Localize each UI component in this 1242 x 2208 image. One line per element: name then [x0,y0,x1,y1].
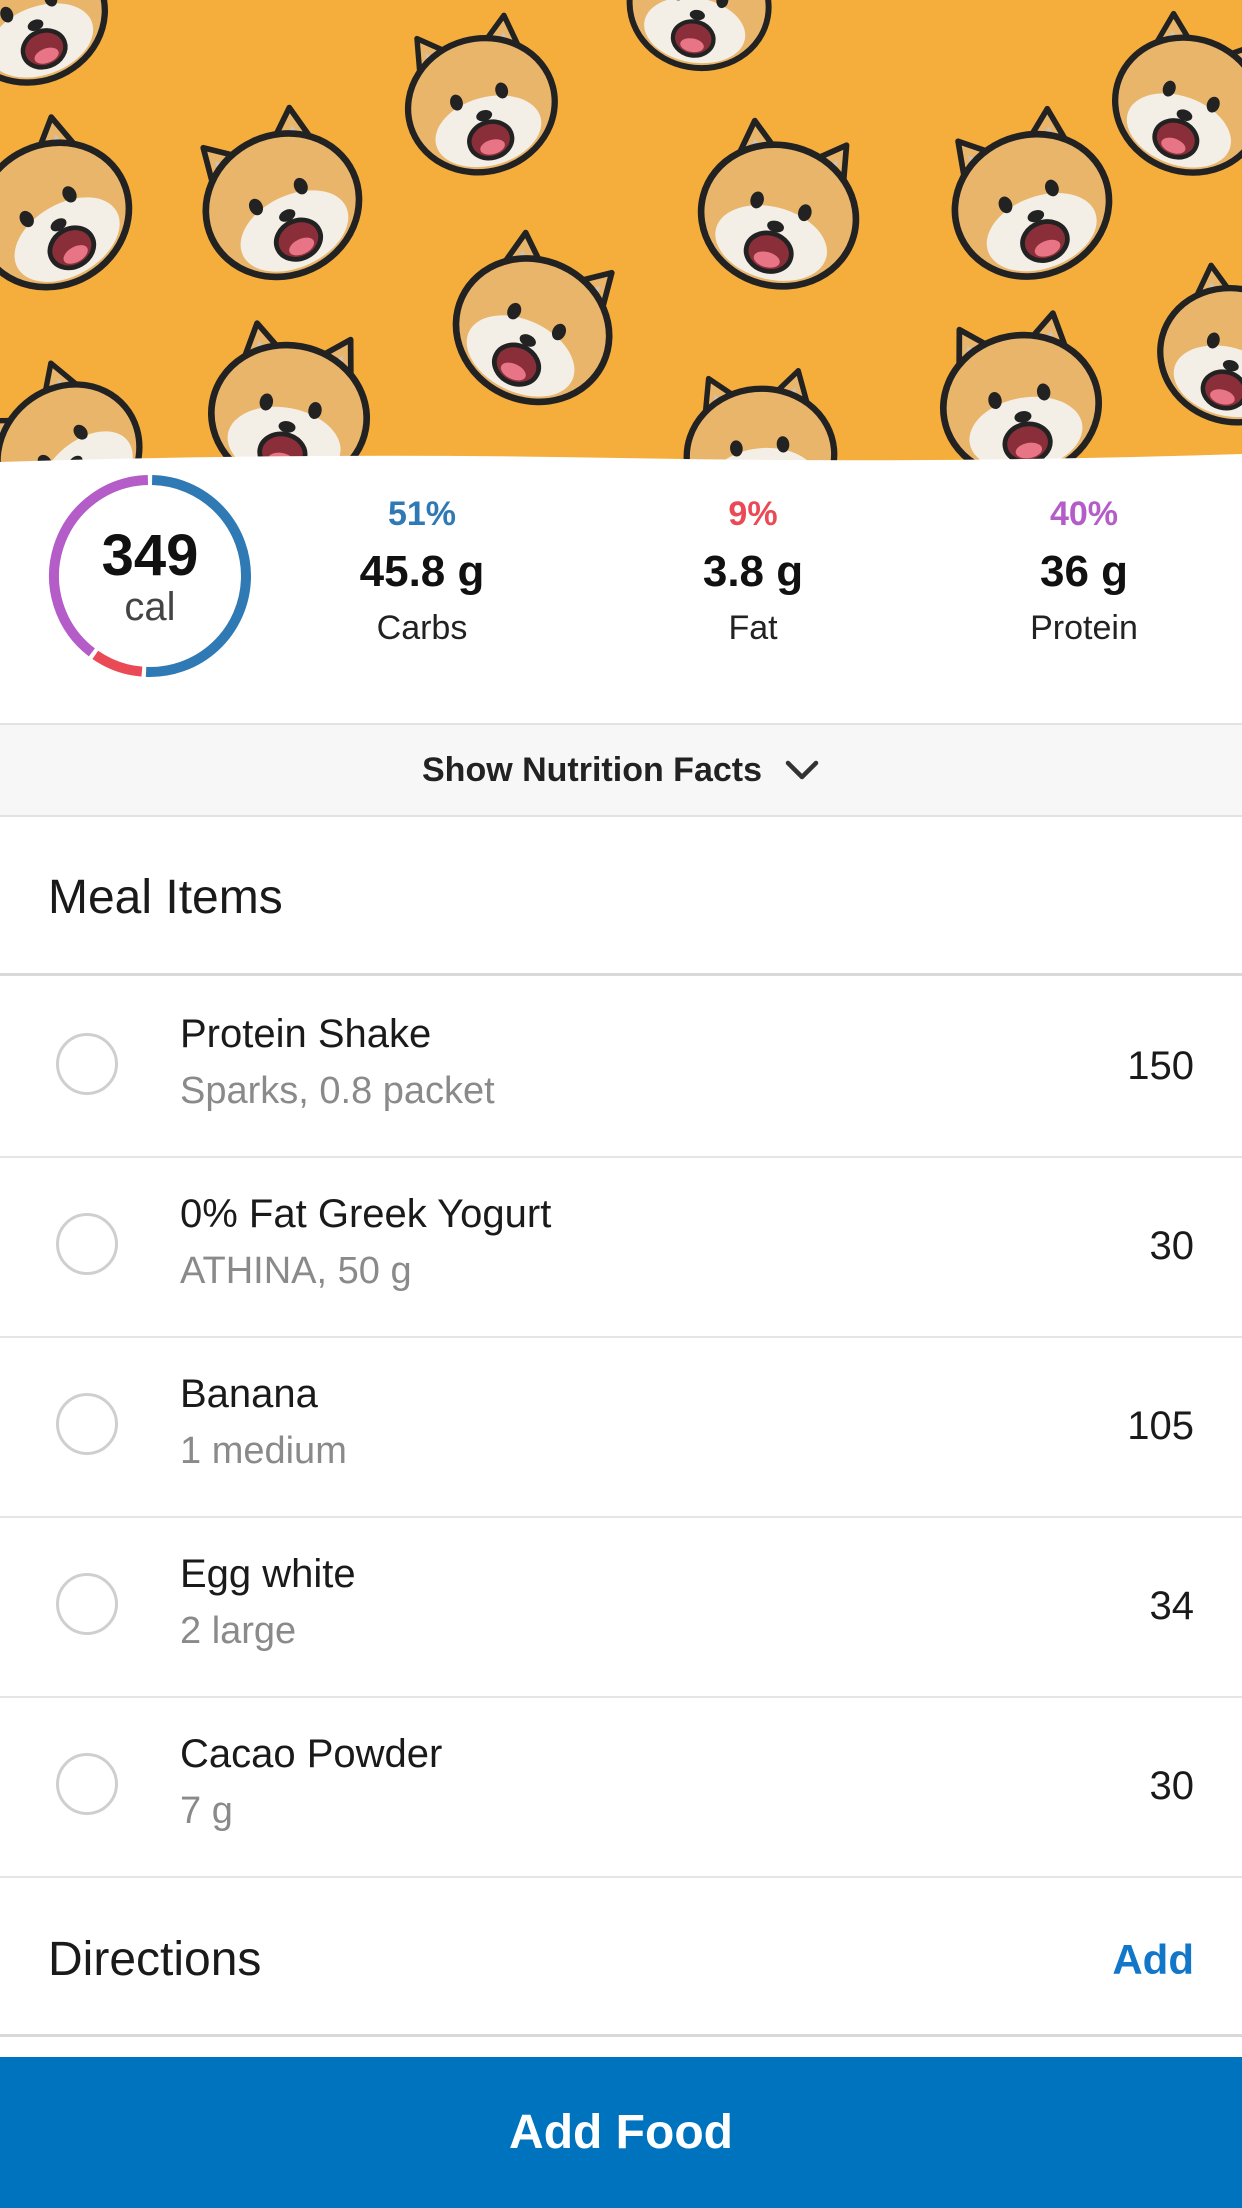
show-nutrition-facts-label: Show Nutrition Facts [422,750,762,789]
meal-item-serving: Sparks, 0.8 packet [180,1070,495,1112]
macro-carbs-percent: 51% [387,495,457,533]
macro-fat-percent: 9% [728,495,778,533]
directions-divider [0,2034,1242,2037]
meal-item-serving: ATHINA, 50 g [180,1250,412,1292]
macro-carbs-amount: 45.8 g [359,547,485,596]
calorie-unit: cal [124,585,176,629]
meal-item-calories: 34 [1149,1584,1195,1628]
meal-item-name: Cacao Powder [180,1732,443,1776]
meal-item-serving: 1 medium [180,1430,347,1472]
calorie-total: 349 [101,523,199,588]
show-nutrition-facts-button[interactable]: Show Nutrition Facts [0,723,1242,817]
meal-item-row[interactable]: Cacao Powder 7 g 30 [0,1696,1242,1878]
meal-item-name: Egg white [180,1552,356,1596]
meal-item-calories: 150 [1127,1044,1194,1088]
macro-protein-amount: 36 g [1039,547,1129,596]
add-directions-link[interactable]: Add [1112,1936,1194,1984]
meal-item-checkbox[interactable] [56,1393,118,1455]
meal-item-checkbox[interactable] [56,1033,118,1095]
macro-protein-percent: 40% [1049,495,1119,533]
meal-item-checkbox[interactable] [56,1213,118,1275]
meal-item-checkbox[interactable] [56,1573,118,1635]
macro-carbs-label: Carbs [376,609,468,647]
meal-photo [0,0,1242,470]
macro-fat-label: Fat [728,609,778,647]
meal-item-serving: 7 g [180,1790,233,1832]
meal-item-name: Protein Shake [180,1012,432,1056]
meal-item-checkbox[interactable] [56,1753,118,1815]
chevron-down-icon [785,760,819,780]
meal-item-name: Banana [180,1372,318,1416]
macro-carbs: 51% 45.8 g Carbs [302,494,542,648]
calorie-ring-fat-arc [92,650,143,677]
meal-item-calories: 30 [1149,1764,1195,1808]
add-food-button[interactable]: Add Food [0,2057,1242,2208]
meal-item-row[interactable]: Protein Shake Sparks, 0.8 packet 150 [0,976,1242,1158]
macro-fat: 9% 3.8 g Fat [633,494,873,648]
directions-heading: Directions [48,1933,262,1986]
meal-item-calories: 30 [1149,1224,1195,1268]
meal-item-row[interactable]: 0% Fat Greek Yogurt ATHINA, 50 g 30 [0,1156,1242,1338]
macro-fat-amount: 3.8 g [702,547,804,596]
macro-protein: 40% 36 g Protein [964,494,1204,648]
meal-item-row[interactable]: Banana 1 medium 105 [0,1336,1242,1518]
meal-item-row[interactable]: Egg white 2 large 34 [0,1516,1242,1698]
meal-item-name: 0% Fat Greek Yogurt [180,1192,552,1236]
macro-protein-label: Protein [1030,609,1138,647]
meal-item-calories: 105 [1127,1404,1194,1448]
meal-items-heading: Meal Items [48,871,283,924]
meal-item-serving: 2 large [180,1610,297,1652]
